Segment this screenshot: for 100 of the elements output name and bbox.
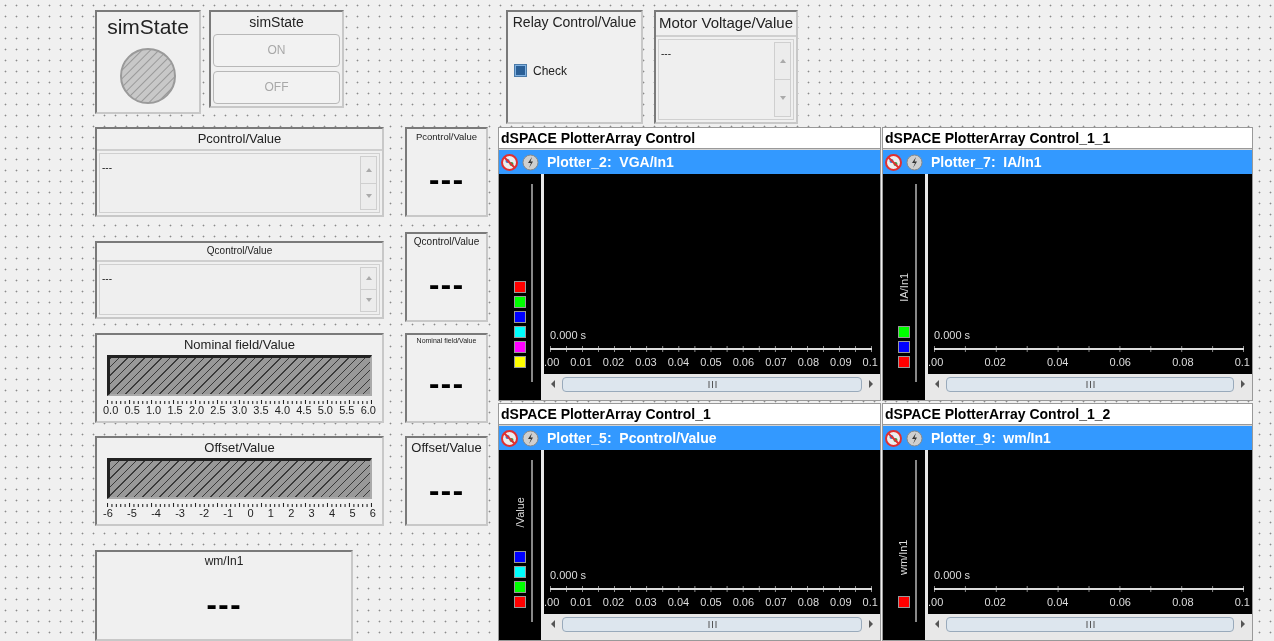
scale-label: -4 [151, 507, 161, 521]
scale-label: -5 [127, 507, 137, 521]
x-tick-label: 0.02 [984, 596, 1006, 610]
x-tick-label: .00 [544, 596, 560, 610]
numeric-value: --- [206, 590, 242, 619]
grip-icon [1085, 620, 1095, 628]
lightning-icon[interactable] [522, 153, 539, 171]
instrument-title: Offset/Value [410, 439, 483, 457]
x-tick-label: 0.1 [862, 356, 878, 370]
x-tick-label: 0.08 [797, 596, 820, 610]
scroll-down-icon [365, 194, 372, 199]
time-readout: 0.000 s [933, 568, 972, 583]
scroll-up-icon [365, 167, 372, 172]
x-tick-label: 0.05 [700, 356, 722, 370]
instrument-title: simState [248, 13, 305, 32]
scrollbar-thumb[interactable] [562, 376, 862, 392]
signal-label: /Value [512, 496, 527, 528]
x-tick-label: 0.1 [1234, 596, 1250, 610]
horizontal-scrollbar[interactable] [928, 374, 1252, 394]
signal-label: wm/In1 [896, 539, 911, 575]
x-tick-label: 0.09 [830, 596, 852, 610]
x-tick-label: 0.07 [765, 596, 787, 610]
scroll-down-icon [779, 95, 786, 100]
scale-label: 1 [267, 507, 274, 521]
lightning-icon[interactable] [522, 429, 539, 447]
grip-icon [1085, 380, 1095, 388]
scale-label: -2 [199, 507, 210, 521]
scrollbar-thumb[interactable] [562, 616, 862, 632]
scrollbar[interactable] [360, 266, 377, 312]
scrollbar-thumb[interactable] [946, 616, 1234, 632]
scrollbar[interactable] [774, 41, 791, 117]
time-readout: 0.000 s [549, 328, 588, 343]
no-sign-icon[interactable] [885, 153, 902, 171]
time-readout: 0.000 s [549, 568, 588, 583]
x-tick-label: 0.01 [570, 596, 592, 610]
scale-label: 2.5 [210, 404, 226, 418]
x-tick-label: 0.04 [1047, 596, 1069, 610]
x-tick-label: 0.04 [667, 356, 690, 370]
scale-label: -3 [175, 507, 185, 521]
lightning-icon[interactable] [906, 429, 923, 447]
plotter-title: Plotter_2: VGA/In1 [547, 152, 674, 172]
x-tick-label: 0.1 [862, 596, 878, 610]
plotter-array-title: dSPACE PlotterArray Control [499, 128, 880, 149]
scale-label: 3.5 [253, 404, 269, 418]
scale-label: 4.0 [274, 404, 291, 418]
scale-label: 4.5 [296, 404, 312, 418]
plotter-array-title: dSPACE PlotterArray Control_1 [499, 404, 880, 425]
plotter-array-title: dSPACE PlotterArray Control_1_1 [883, 128, 1252, 149]
numeric-value: --- [428, 476, 465, 506]
x-tick-label: 0.04 [1047, 356, 1069, 370]
horizontal-scrollbar[interactable] [544, 614, 880, 634]
x-tick-label: 0.06 [732, 356, 755, 370]
scale-label: 6.0 [360, 404, 376, 418]
time-readout: 0.000 s [933, 328, 972, 343]
instrument-title: simState [106, 14, 190, 40]
signal-label: IA/In1 [896, 272, 911, 302]
x-tick-label: 0.08 [797, 356, 820, 370]
scale-label: 3.0 [231, 404, 248, 418]
scrollbar-thumb[interactable] [946, 376, 1234, 392]
scrollbar[interactable] [360, 156, 377, 210]
x-tick-label: 0.02 [602, 356, 625, 370]
x-tick-label: 0.05 [700, 596, 722, 610]
scale-label: 5.5 [339, 404, 355, 418]
instrument-title: Pcontrol/Value [414, 130, 479, 143]
instrument-title: Pcontrol/Value [196, 130, 283, 148]
instrument-title: Motor Voltage/Value [658, 13, 794, 33]
x-tick-label: 0.04 [667, 596, 690, 610]
scroll-up-icon [365, 276, 372, 281]
x-tick-label: 0.06 [1109, 596, 1131, 610]
numeric-value: --- [428, 164, 465, 194]
x-tick-label: 0.03 [635, 596, 657, 610]
plotter-title: Plotter_5: Pcontrol/Value [547, 428, 717, 448]
scale-label: 4 [329, 507, 336, 521]
no-sign-icon[interactable] [501, 429, 518, 447]
no-sign-icon[interactable] [501, 153, 518, 171]
x-tick-label: 0.08 [1172, 356, 1194, 370]
no-sign-icon[interactable] [885, 429, 902, 447]
instrument-title: wm/In1 [203, 553, 245, 569]
checkbox-label: Check [533, 62, 567, 80]
plotter-array-title: dSPACE PlotterArray Control_1_2 [883, 404, 1252, 425]
x-tick-label: 0.02 [984, 356, 1006, 370]
x-tick-label: 0.01 [570, 356, 592, 370]
scroll-down-icon [365, 298, 372, 303]
x-tick-label: 0.02 [602, 596, 625, 610]
horizontal-scrollbar[interactable] [928, 614, 1252, 634]
x-tick-label: .00 [928, 356, 944, 370]
checkbox[interactable] [514, 64, 527, 78]
numeric-value: --- [428, 369, 465, 399]
plotter-title: Plotter_9: wm/In1 [931, 428, 1051, 448]
x-tick-label: .00 [928, 596, 944, 610]
scale-label: 5 [349, 507, 356, 521]
lightning-icon[interactable] [906, 153, 923, 171]
display-value: --- [102, 162, 112, 174]
scale-label: 0 [247, 507, 254, 521]
horizontal-scrollbar[interactable] [544, 374, 880, 394]
instrument-title: Qcontrol/Value [205, 244, 274, 258]
scale-label: 6 [369, 507, 376, 521]
scale-label: 3 [308, 507, 315, 521]
display-value: --- [102, 272, 112, 284]
plotter-title: Plotter_7: IA/In1 [931, 152, 1042, 172]
